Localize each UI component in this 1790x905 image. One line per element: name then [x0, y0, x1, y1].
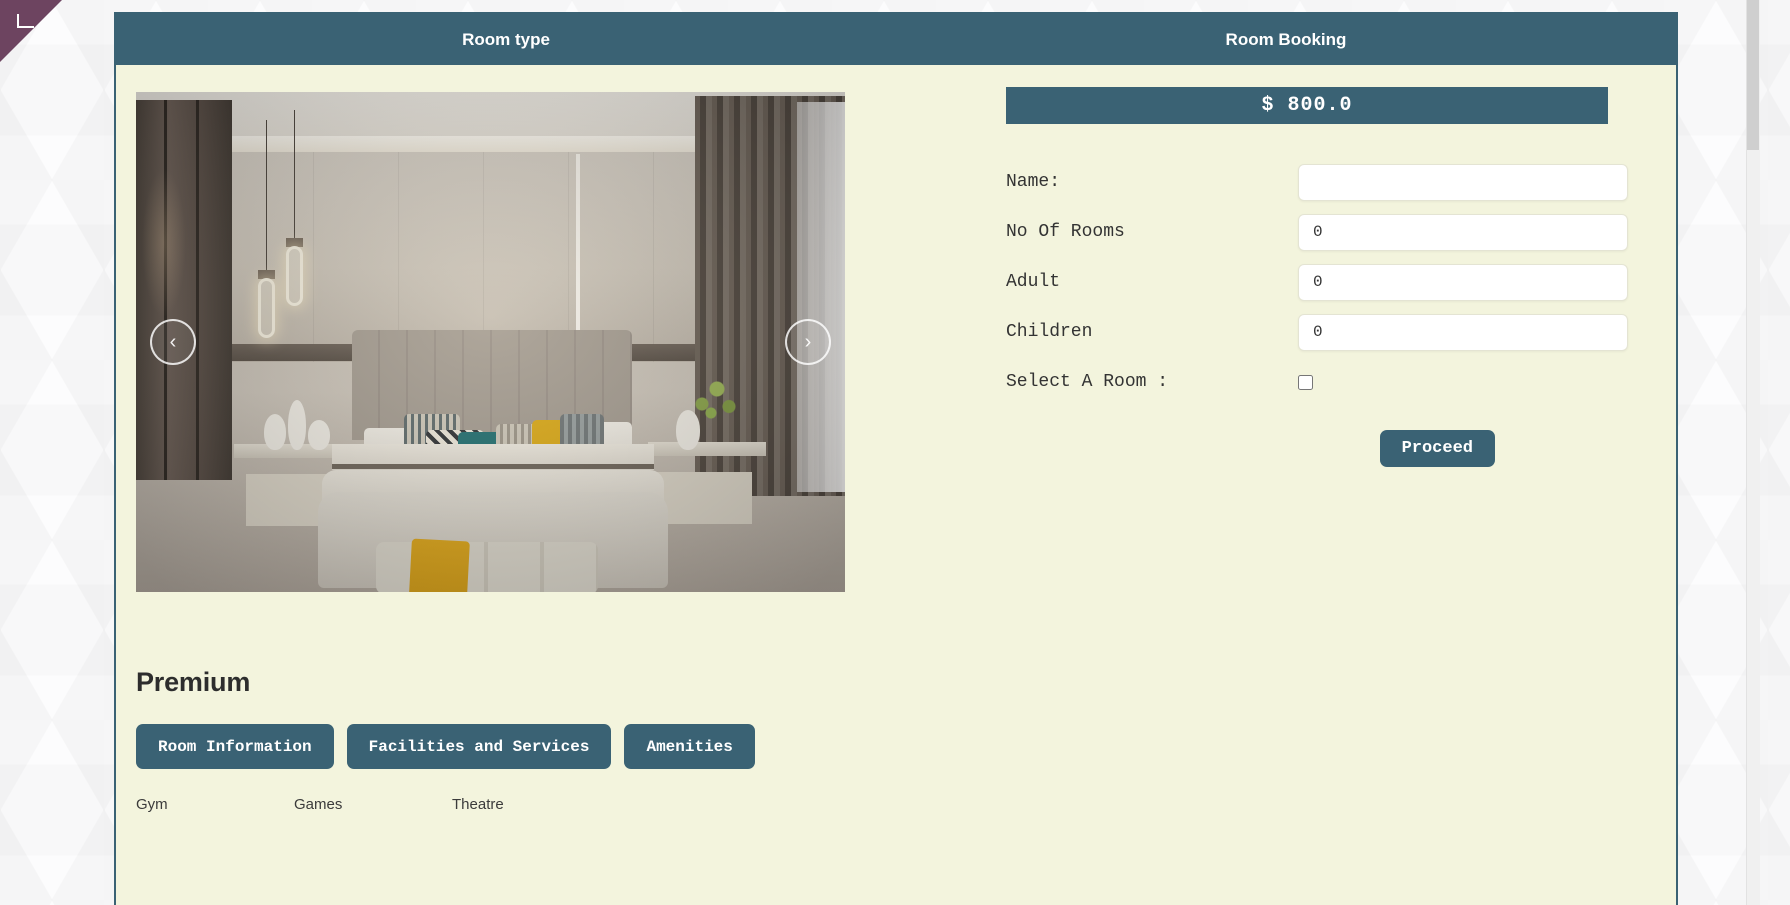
facility-item-theatre: Theatre: [452, 796, 610, 813]
corner-badge: [0, 0, 62, 62]
carousel-next-icon[interactable]: ›: [785, 319, 831, 365]
children-input[interactable]: [1298, 314, 1628, 351]
room-booking-pane: $ 800.0 Name: No Of Rooms Adult Children: [996, 65, 1676, 905]
adult-input[interactable]: [1298, 264, 1628, 301]
form-row-name: Name:: [996, 157, 1676, 207]
carousel-prev-icon[interactable]: ‹: [150, 319, 196, 365]
room-type-pane: ‹ › Premium Room Information Facilities …: [116, 65, 996, 905]
room-tab-row: Room Information Facilities and Services…: [136, 724, 996, 769]
adult-label: Adult: [996, 272, 1298, 292]
no-of-rooms-label: No Of Rooms: [996, 222, 1298, 242]
page-scrollbar-thumb[interactable]: [1747, 0, 1759, 150]
tab-room-information[interactable]: Room Information: [136, 724, 334, 769]
select-a-room-checkbox[interactable]: [1298, 375, 1313, 390]
card-body: ‹ › Premium Room Information Facilities …: [116, 65, 1676, 905]
room-image-carousel: ‹ ›: [136, 92, 845, 592]
children-label: Children: [996, 322, 1298, 342]
facility-item-games: Games: [294, 796, 452, 813]
corner-triangle: [0, 0, 62, 62]
tab-facilities-and-services[interactable]: Facilities and Services: [347, 724, 612, 769]
name-input[interactable]: [1298, 164, 1628, 201]
chevron-right-glyph: ›: [805, 331, 812, 354]
select-a-room-label: Select A Room :: [996, 372, 1298, 392]
room-title: Premium: [136, 667, 996, 698]
room-photo: [136, 92, 845, 592]
proceed-button[interactable]: Proceed: [1380, 430, 1495, 467]
booking-form: Name: No Of Rooms Adult Children Select: [996, 157, 1676, 407]
top-bar: Room type Room Booking: [116, 14, 1676, 65]
form-row-select-a-room: Select A Room :: [996, 357, 1676, 407]
facility-list: Gym Games Theatre: [136, 796, 996, 813]
form-row-adult: Adult: [996, 257, 1676, 307]
form-row-no-of-rooms: No Of Rooms: [996, 207, 1676, 257]
tab-amenities[interactable]: Amenities: [624, 724, 754, 769]
form-row-children: Children: [996, 307, 1676, 357]
header-title-room-type: Room type: [116, 30, 896, 50]
chevron-left-glyph: ‹: [170, 331, 177, 354]
facility-item-gym: Gym: [136, 796, 294, 813]
app-card: Room type Room Booking: [114, 12, 1678, 905]
corner-bracket-icon: [17, 14, 34, 28]
proceed-row: Proceed: [996, 430, 1676, 467]
header-title-room-booking: Room Booking: [896, 30, 1676, 50]
price-banner: $ 800.0: [1006, 87, 1608, 124]
name-label: Name:: [996, 172, 1298, 192]
no-of-rooms-input[interactable]: [1298, 214, 1628, 251]
